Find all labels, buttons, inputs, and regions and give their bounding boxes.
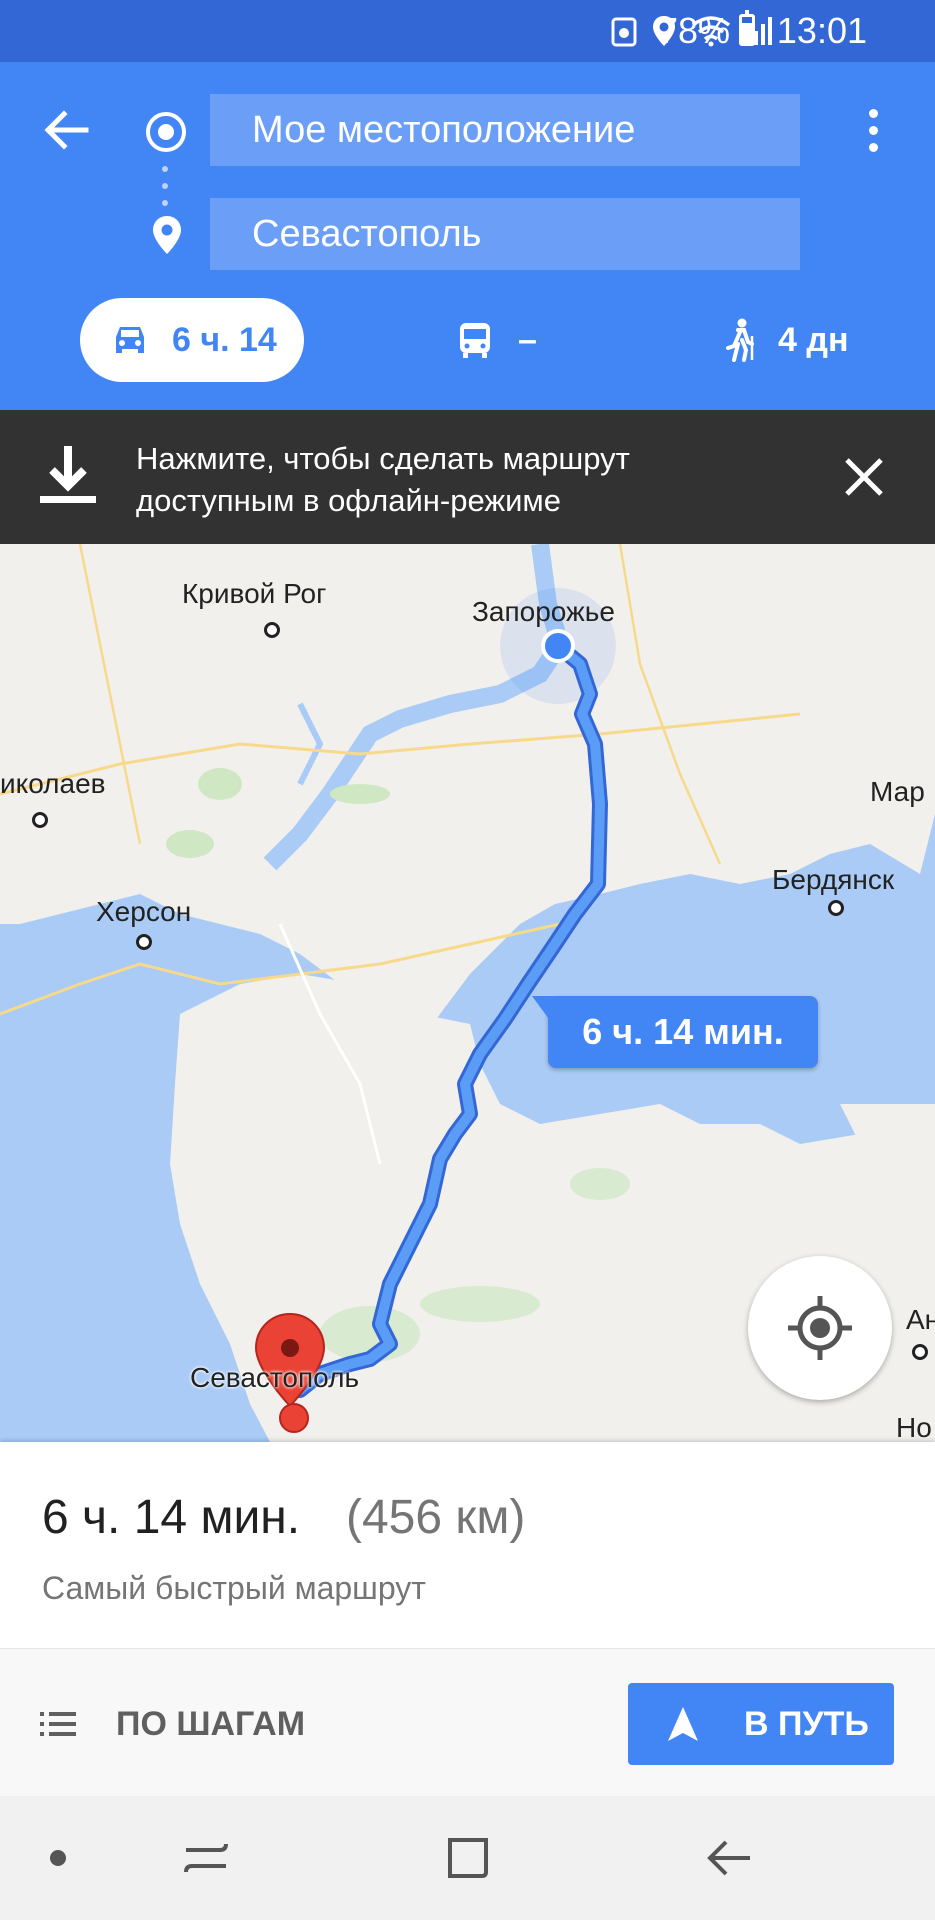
mode-walk-duration: 4 дн	[778, 320, 849, 359]
dot-icon	[50, 1850, 66, 1866]
city-label-kherson: Херсон	[96, 896, 192, 927]
destination-field[interactable]: Севастополь	[210, 198, 800, 270]
system-nav-bar	[0, 1796, 935, 1920]
park	[198, 768, 242, 800]
recents-icon	[184, 1843, 228, 1873]
home-square-icon	[448, 1838, 488, 1878]
mode-transit-duration: –	[518, 320, 537, 359]
arrow-back-icon	[44, 110, 89, 150]
nav-back-button[interactable]	[700, 1828, 760, 1888]
origin-field[interactable]: Мое местоположение	[210, 94, 800, 166]
mainland-land	[0, 544, 935, 1044]
origin-icon	[146, 112, 186, 152]
route-note: Самый быстрый маршрут	[42, 1570, 426, 1606]
travel-modes: 6 ч. 14 – 4 дн	[0, 298, 935, 388]
action-bar: ПО ШАГАМ В ПУТЬ	[0, 1648, 935, 1796]
directions-header: Мое местоположение Севастополь 6 ч. 14 –…	[0, 62, 935, 410]
park	[570, 1168, 630, 1200]
city-dot	[264, 622, 280, 638]
dot	[868, 125, 878, 135]
route-dots-icon	[162, 166, 170, 206]
close-icon	[845, 458, 883, 496]
route-eta-bubble[interactable]: 6 ч. 14 мин.	[532, 996, 818, 1068]
offline-message: Нажмите, чтобы сделать маршрут доступным…	[136, 438, 776, 522]
map-view[interactable]: Кривой Рог Запорожье иколаев Херсон Мар …	[0, 544, 935, 1442]
bus-icon	[460, 323, 490, 358]
offline-message-line2: доступным в офлайн-режиме	[136, 483, 561, 518]
current-location-dot	[541, 629, 575, 663]
walking-icon	[726, 318, 754, 362]
city-label-no: Но	[896, 1412, 932, 1442]
route-summary[interactable]: 6 ч. 14 мин. (456 км) Самый быстрый марш…	[0, 1442, 935, 1648]
battery-percent: 78%	[657, 10, 730, 51]
dot	[868, 142, 878, 152]
city-label-zaporozhye: Запорожье	[472, 596, 615, 627]
navigation-arrow-icon	[668, 1707, 698, 1741]
nav-recents-button[interactable]	[176, 1828, 236, 1888]
city-label-berdyansk: Бердянск	[772, 864, 895, 895]
route-distance: (456 км)	[346, 1491, 526, 1544]
city-label-ana: Ана	[906, 1304, 935, 1335]
steps-button[interactable]: ПО ШАГАМ	[40, 1689, 305, 1759]
my-location-button[interactable]	[748, 1256, 892, 1400]
car-icon	[116, 327, 144, 353]
close-banner-button[interactable]	[837, 450, 891, 504]
destination-pin-icon	[153, 216, 181, 254]
download-icon	[40, 446, 96, 503]
city-label-mar: Мар	[870, 776, 925, 807]
park	[166, 830, 214, 858]
crosshair-icon	[788, 1296, 852, 1360]
list-icon	[40, 1712, 76, 1736]
city-label-krivoy-rog: Кривой Рог	[182, 578, 327, 609]
clock: 13:01	[776, 10, 867, 51]
back-button[interactable]	[38, 102, 94, 158]
city-dot	[912, 1344, 928, 1360]
start-navigation-label: В ПУТЬ	[744, 1704, 869, 1743]
mode-car-duration: 6 ч. 14	[172, 320, 277, 359]
dot	[868, 108, 878, 118]
nav-home-button[interactable]	[438, 1828, 498, 1888]
park	[330, 784, 390, 804]
city-dot	[32, 812, 48, 828]
steps-label: ПО ШАГАМ	[116, 1704, 306, 1743]
offline-message-line1: Нажмите, чтобы сделать маршрут	[136, 441, 630, 476]
nav-dot-button[interactable]	[28, 1828, 88, 1888]
mode-car-tab[interactable]: 6 ч. 14	[80, 298, 304, 382]
back-arrow-icon	[707, 1840, 750, 1876]
park	[420, 1286, 540, 1322]
route-duration: 6 ч. 14 мин.	[42, 1491, 301, 1544]
city-dot	[828, 900, 844, 916]
city-label-sevastopol: Севастополь	[190, 1362, 360, 1393]
offline-banner[interactable]: Нажмите, чтобы сделать маршрут доступным…	[0, 410, 935, 544]
status-bar: 78% 13:01	[0, 0, 935, 62]
recycle-icon	[611, 17, 637, 47]
city-dot	[136, 934, 152, 950]
mode-transit-tab[interactable]: –	[458, 310, 537, 370]
mode-walk-tab[interactable]: 4 дн	[724, 310, 848, 370]
more-options-button[interactable]	[845, 102, 901, 158]
start-navigation-button[interactable]: В ПУТЬ	[628, 1683, 894, 1765]
city-label-nikolaev: иколаев	[0, 768, 106, 799]
battery-icon	[739, 10, 755, 46]
